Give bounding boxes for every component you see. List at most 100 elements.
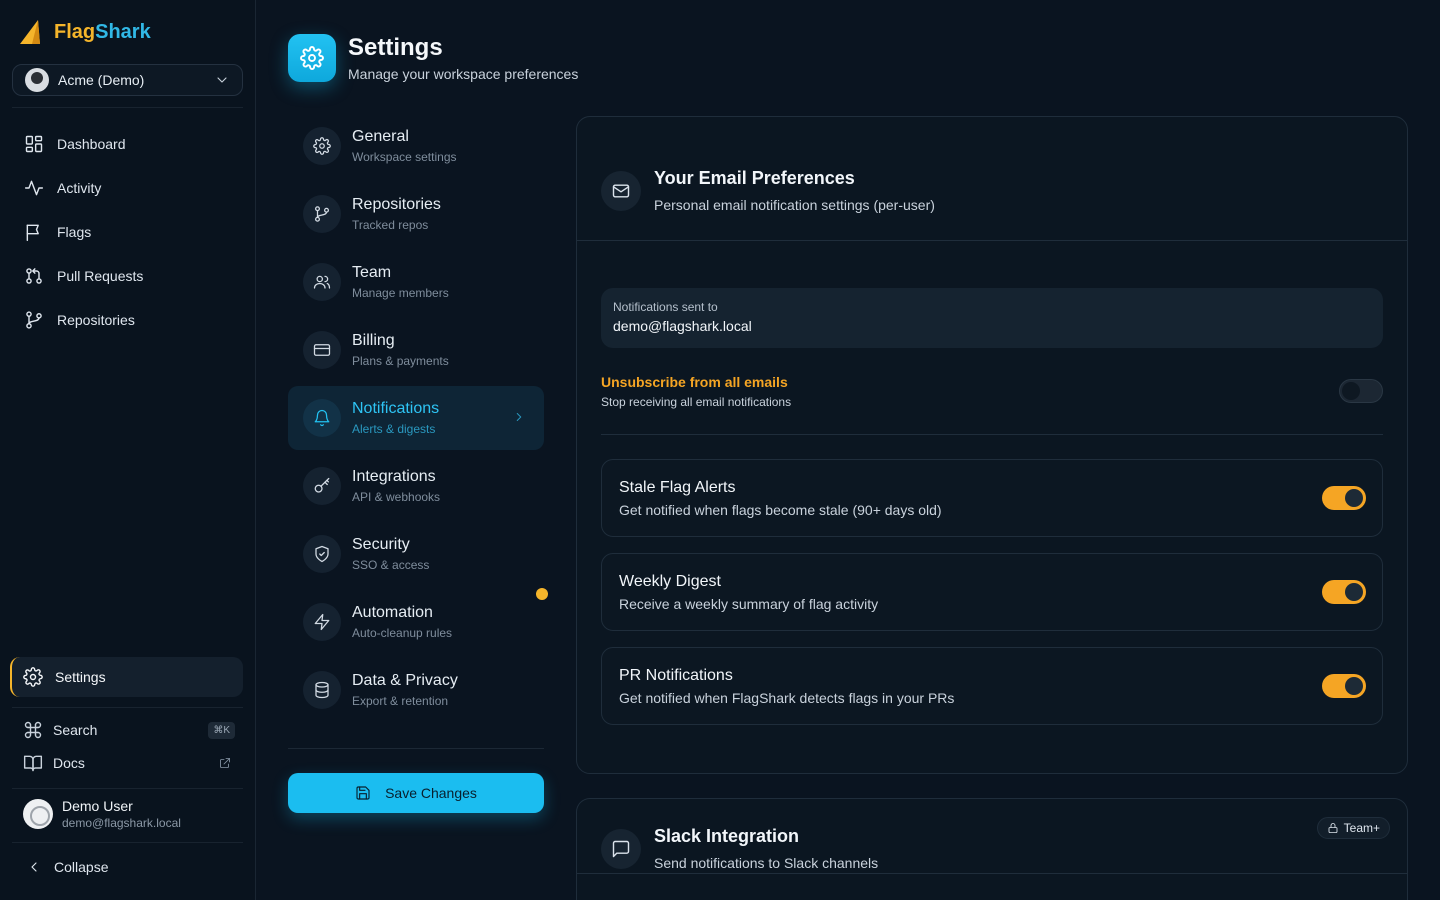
gear-icon [23, 667, 43, 687]
tab-title: Automation [352, 604, 433, 621]
nav-item-pull-requests[interactable]: Pull Requests [12, 254, 243, 298]
bell-icon [303, 399, 341, 437]
email-preferences-card: Your Email Preferences Personal email no… [576, 116, 1408, 774]
users-icon [303, 263, 341, 301]
key-icon [303, 467, 341, 505]
lock-icon [1327, 822, 1339, 834]
card-subtitle: Send notifications to Slack channels [654, 855, 879, 871]
nav-label: Settings [55, 669, 106, 685]
workspace-avatar [25, 68, 49, 92]
slack-integration-card: Slack Integration Send notifications to … [576, 798, 1408, 900]
divider [12, 788, 243, 789]
brand[interactable]: FlagShark [18, 18, 151, 46]
tab-desc: Export & retention [352, 694, 449, 708]
nav-label: Activity [57, 180, 102, 196]
collapse-button[interactable]: Collapse [12, 851, 243, 883]
tab-title: Team [352, 264, 392, 281]
settings-gear-icon [288, 34, 336, 82]
search-button[interactable]: Search ⌘K [12, 714, 243, 746]
unsubscribe-title: Unsubscribe from all emails [601, 374, 788, 390]
plan-badge: Team+ [1316, 817, 1390, 839]
settings-tab-team[interactable]: Team Manage members [288, 250, 544, 314]
tab-title: General [352, 128, 409, 145]
flag-icon [24, 222, 44, 242]
branch-icon [24, 310, 44, 330]
nav-label: Flags [57, 224, 92, 240]
pref-title: Weekly Digest [619, 573, 721, 590]
settings-tab-repositories[interactable]: Repositories Tracked repos [288, 182, 544, 246]
divider [577, 873, 1407, 874]
divider [577, 240, 1407, 241]
branch-icon [303, 195, 341, 233]
external-link-icon [219, 757, 231, 769]
nav-item-dashboard[interactable]: Dashboard [12, 122, 243, 166]
nav-label: Dashboard [57, 136, 126, 152]
save-changes-button[interactable]: Save Changes [288, 773, 544, 813]
weekly-digest-toggle[interactable] [1322, 580, 1366, 604]
shield-check-icon [303, 535, 341, 573]
nav-item-activity[interactable]: Activity [12, 166, 243, 210]
docs-link[interactable]: Docs [12, 747, 243, 779]
pull-request-icon [24, 266, 44, 286]
pr-notifications-toggle[interactable] [1322, 674, 1366, 698]
user-email: demo@flagshark.local [62, 816, 181, 830]
divider [12, 107, 243, 108]
tab-desc: Tracked repos [352, 218, 429, 232]
command-icon [23, 720, 43, 740]
workspace-name: Acme (Demo) [58, 72, 145, 88]
tab-desc: Plans & payments [352, 354, 449, 368]
chevron-right-icon [512, 410, 526, 424]
nav-item-settings[interactable]: Settings [10, 657, 243, 697]
tab-title: Integrations [352, 468, 436, 485]
badge-label: Team+ [1343, 821, 1380, 835]
settings-tab-billing[interactable]: Billing Plans & payments [288, 318, 544, 382]
chevron-down-icon [214, 72, 230, 88]
database-icon [303, 671, 341, 709]
notification-email-box: Notifications sent to demo@flagshark.loc… [601, 288, 1383, 348]
settings-tab-integrations[interactable]: Integrations API & webhooks [288, 454, 544, 518]
book-icon [23, 753, 43, 773]
settings-tab-security[interactable]: Security SSO & access [288, 522, 544, 586]
docs-label: Docs [53, 755, 85, 771]
user-profile[interactable]: Demo User demo@flagshark.local [12, 792, 243, 836]
page-title: Settings [348, 34, 443, 61]
tab-desc: Alerts & digests [352, 422, 436, 436]
tab-desc: Manage members [352, 286, 449, 300]
tab-desc: API & webhooks [352, 490, 441, 504]
email-value: demo@flagshark.local [613, 318, 752, 334]
user-name: Demo User [62, 798, 133, 814]
page-subtitle: Manage your workspace preferences [348, 66, 579, 82]
divider [12, 842, 243, 843]
settings-tab-notifications[interactable]: Notifications Alerts & digests [288, 386, 544, 450]
nav-item-flags[interactable]: Flags [12, 210, 243, 254]
gear-icon [303, 127, 341, 165]
settings-tab-automation[interactable]: Automation Auto-cleanup rules [288, 590, 544, 654]
save-icon [355, 785, 371, 801]
tab-title: Security [352, 536, 410, 553]
flagshark-logo-icon [18, 18, 44, 46]
tab-title: Billing [352, 332, 395, 349]
tab-title: Repositories [352, 196, 441, 213]
tab-desc: Workspace settings [352, 150, 457, 164]
settings-tab-general[interactable]: General Workspace settings [288, 114, 544, 178]
unsubscribe-toggle[interactable] [1339, 379, 1383, 403]
settings-tab-data-privacy[interactable]: Data & Privacy Export & retention [288, 658, 544, 722]
message-square-icon [601, 828, 641, 869]
activity-icon [24, 178, 44, 198]
settings-nav: General Workspace settings Repositories Tr… [288, 114, 544, 726]
pref-desc: Get notified when FlagShark detects flag… [619, 690, 955, 706]
pref-title: PR Notifications [619, 667, 733, 684]
tab-desc: SSO & access [352, 558, 430, 572]
avatar [23, 799, 53, 829]
nav-label: Pull Requests [57, 268, 144, 284]
pref-weekly-digest: Weekly Digest Receive a weekly summary o… [601, 553, 1383, 631]
credit-card-icon [303, 331, 341, 369]
card-title: Your Email Preferences [654, 168, 855, 188]
pref-desc: Receive a weekly summary of flag activit… [619, 596, 879, 612]
workspace-switcher[interactable]: Acme (Demo) [12, 64, 243, 96]
nav-label: Repositories [57, 312, 135, 328]
stale-flag-alerts-toggle[interactable] [1322, 486, 1366, 510]
pref-pr-notifications: PR Notifications Get notified when FlagS… [601, 647, 1383, 725]
tab-desc: Auto-cleanup rules [352, 626, 453, 640]
nav-item-repositories[interactable]: Repositories [12, 298, 243, 342]
